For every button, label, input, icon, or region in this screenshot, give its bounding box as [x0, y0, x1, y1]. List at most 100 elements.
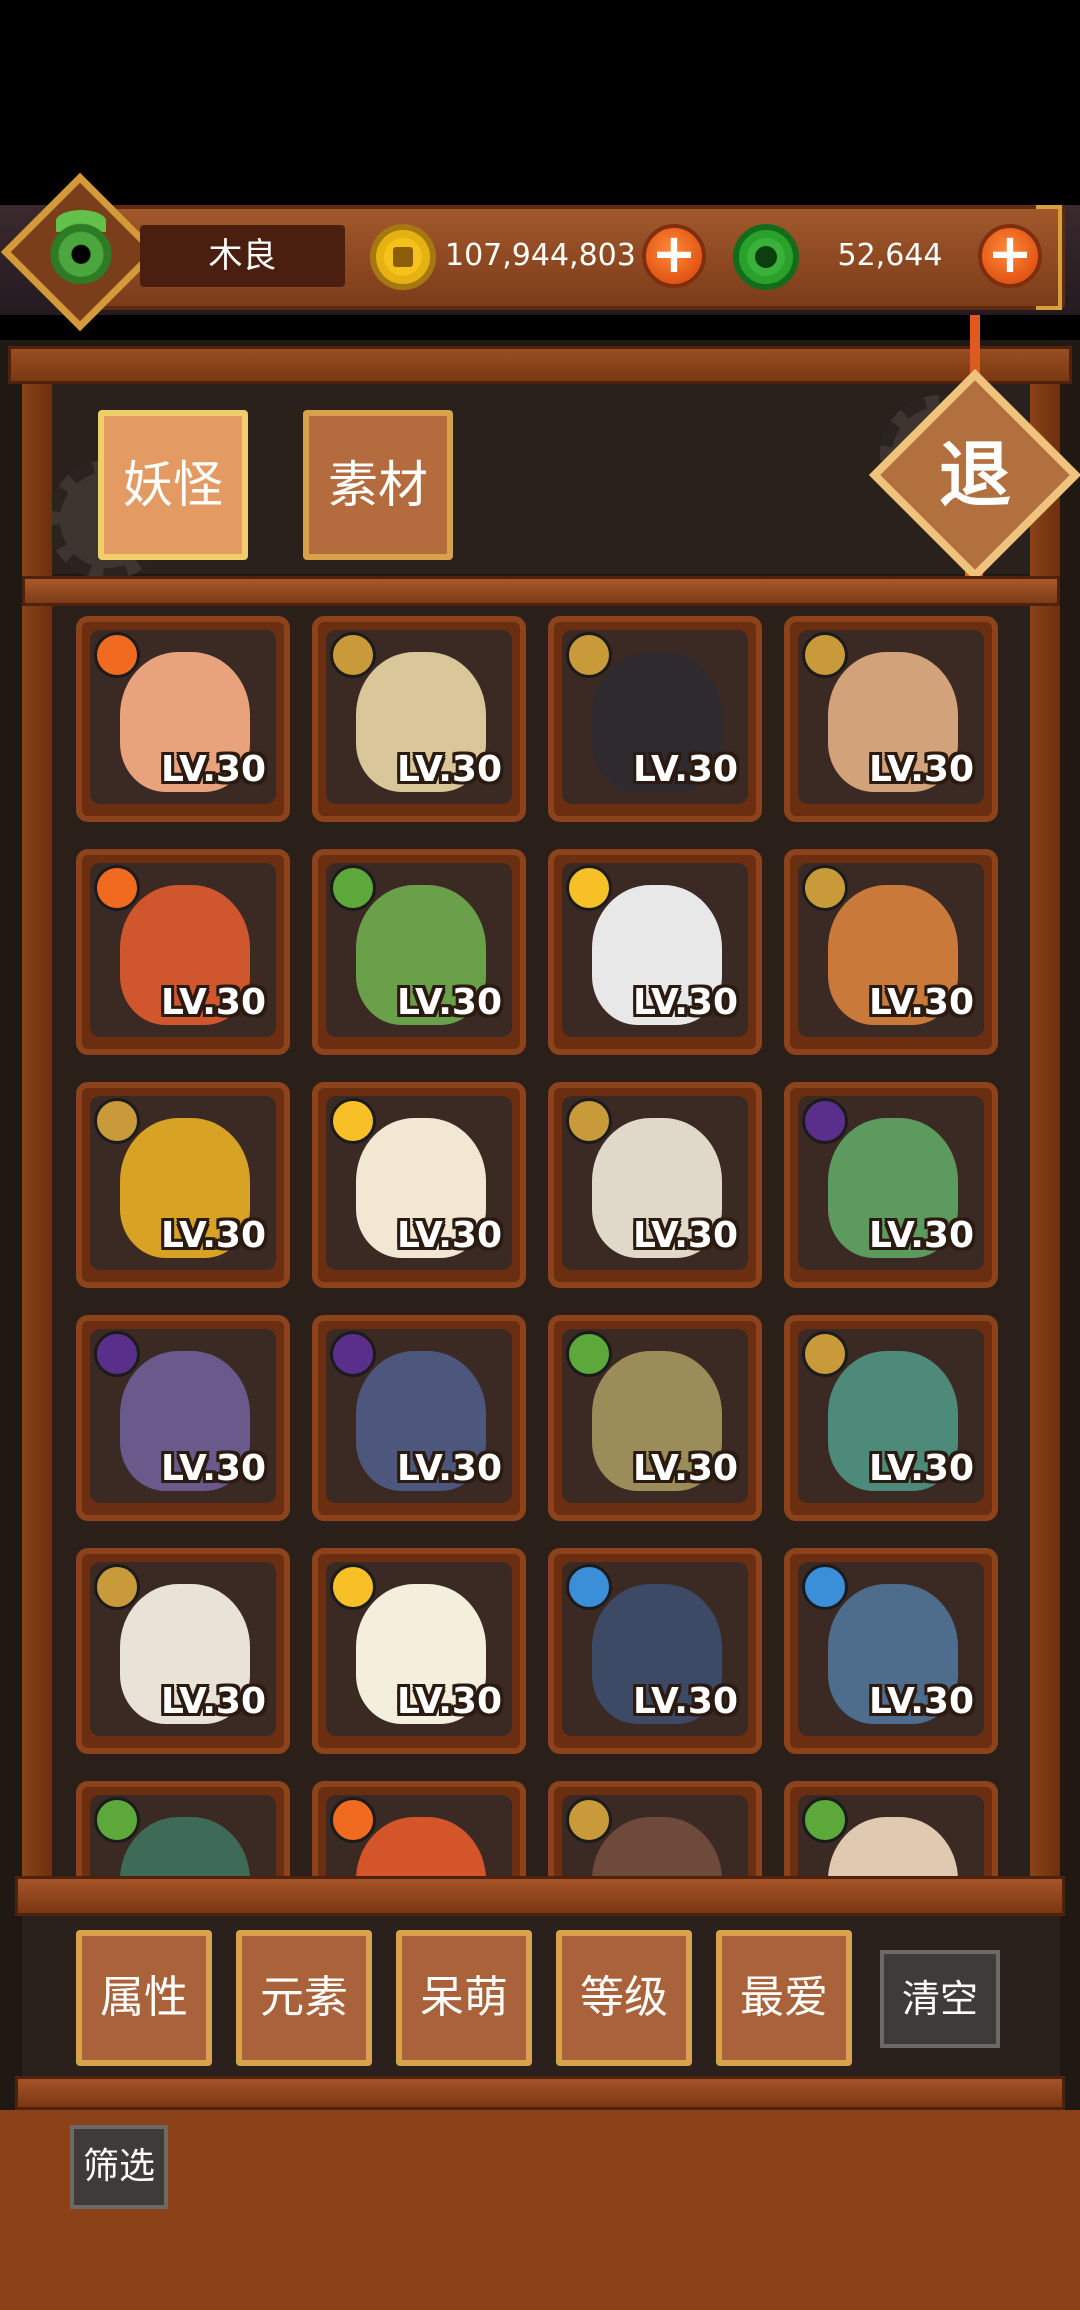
fire-element-icon — [330, 1797, 376, 1843]
monster-card[interactable]: LV.30 — [548, 849, 762, 1055]
tab-materials[interactable]: 素材 — [303, 410, 453, 560]
tab-monsters[interactable]: 妖怪 — [98, 410, 248, 560]
earth-element-icon — [802, 632, 848, 678]
monster-portrait: LV.30 — [562, 1096, 748, 1270]
monster-card[interactable]: LV.30 — [548, 1082, 762, 1288]
monster-card[interactable]: LV.30 — [784, 849, 998, 1055]
monster-level: LV.30 — [397, 1448, 502, 1489]
monster-card[interactable]: LV.30 — [548, 616, 762, 822]
monster-portrait: LV.30 — [326, 863, 512, 1037]
monster-card[interactable]: LV.30 — [76, 1315, 290, 1521]
monster-level: LV.30 — [869, 749, 974, 790]
monster-portrait: LV.30 — [798, 1096, 984, 1270]
monster-card[interactable]: LV.30 — [76, 1548, 290, 1754]
monster-level: LV.30 — [161, 1448, 266, 1489]
filter-element-button[interactable]: 元素 — [236, 1930, 372, 2066]
monster-card[interactable]: LV.30 — [76, 616, 290, 822]
monster-level: LV.30 — [869, 1681, 974, 1722]
monster-level: LV.30 — [161, 982, 266, 1023]
water-element-icon — [566, 1564, 612, 1610]
monster-figure — [120, 1817, 250, 1876]
monster-card[interactable] — [548, 1781, 762, 1876]
monster-card[interactable]: LV.30 — [312, 1548, 526, 1754]
earth-element-icon — [330, 632, 376, 678]
monster-figure — [828, 1817, 958, 1876]
monster-card[interactable]: LV.30 — [548, 1315, 762, 1521]
monster-portrait: LV.30 — [326, 630, 512, 804]
monster-card[interactable]: LV.30 — [76, 1082, 290, 1288]
monster-card[interactable]: LV.30 — [312, 849, 526, 1055]
monster-portrait: LV.30 — [562, 630, 748, 804]
monster-card[interactable] — [784, 1781, 998, 1876]
earth-element-icon — [566, 1098, 612, 1144]
monster-portrait — [798, 1795, 984, 1876]
monster-portrait — [326, 1795, 512, 1876]
filter-cute-button[interactable]: 呆萌 — [396, 1930, 532, 2066]
monster-card[interactable] — [76, 1781, 290, 1876]
exit-label[interactable]: 退 — [920, 420, 1030, 530]
monster-card[interactable] — [312, 1781, 526, 1876]
monster-level: LV.30 — [397, 982, 502, 1023]
monster-portrait: LV.30 — [798, 863, 984, 1037]
monster-level: LV.30 — [397, 1215, 502, 1256]
monster-grid[interactable]: LV.30 LV.30 LV.30 LV.30 LV.30 LV.30 LV.30 LV.30… — [52, 606, 1030, 1876]
wood-element-icon — [94, 1797, 140, 1843]
jade-medallion-icon[interactable] — [48, 218, 114, 284]
monster-card[interactable]: LV.30 — [312, 1315, 526, 1521]
monster-portrait: LV.30 — [90, 1562, 276, 1736]
monster-card[interactable]: LV.30 — [312, 616, 526, 822]
clear-button[interactable]: 清空 — [880, 1950, 1000, 2048]
screen-button[interactable]: 筛选 — [70, 2125, 168, 2209]
monster-level: LV.30 — [869, 1448, 974, 1489]
monster-portrait — [90, 1795, 276, 1876]
monster-level: LV.30 — [633, 1448, 738, 1489]
jade-amount: 52,644 — [837, 238, 943, 273]
shelf-middle-beam — [22, 576, 1060, 606]
monster-portrait: LV.30 — [562, 1329, 748, 1503]
monster-portrait — [562, 1795, 748, 1876]
shelf-right-post — [1030, 384, 1060, 2084]
filter-level-button[interactable]: 等级 — [556, 1930, 692, 2066]
add-jade-button[interactable]: + — [978, 224, 1042, 288]
earth-element-icon — [802, 1331, 848, 1377]
filter-attribute-button[interactable]: 属性 — [76, 1930, 212, 2066]
monster-card[interactable]: LV.30 — [76, 849, 290, 1055]
add-gold-button[interactable]: + — [642, 224, 706, 288]
monster-portrait: LV.30 — [798, 630, 984, 804]
monster-level: LV.30 — [397, 1681, 502, 1722]
monster-level: LV.30 — [161, 1681, 266, 1722]
monster-figure — [592, 1817, 722, 1876]
light-element-icon — [330, 1564, 376, 1610]
dark-element-icon — [94, 1331, 140, 1377]
monster-level: LV.30 — [161, 749, 266, 790]
shelf-top-beam — [8, 346, 1072, 384]
monster-portrait: LV.30 — [798, 1562, 984, 1736]
earth-element-icon — [566, 1797, 612, 1843]
monster-portrait: LV.30 — [90, 1096, 276, 1270]
earth-element-icon — [94, 1564, 140, 1610]
earth-element-icon — [566, 632, 612, 678]
monster-level: LV.30 — [869, 982, 974, 1023]
player-name: 木良 — [140, 225, 345, 287]
monster-level: LV.30 — [161, 1215, 266, 1256]
monster-level: LV.30 — [633, 749, 738, 790]
dark-element-icon — [330, 1331, 376, 1377]
monster-portrait: LV.30 — [326, 1562, 512, 1736]
monster-level: LV.30 — [869, 1215, 974, 1256]
monster-card[interactable]: LV.30 — [548, 1548, 762, 1754]
wood-element-icon — [802, 1797, 848, 1843]
dark-element-icon — [802, 1098, 848, 1144]
monster-card[interactable]: LV.30 — [784, 1548, 998, 1754]
monster-figure — [356, 1817, 486, 1876]
filter-favorite-button[interactable]: 最爱 — [716, 1930, 852, 2066]
fire-element-icon — [94, 865, 140, 911]
gold-amount: 107,944,803 — [445, 238, 636, 273]
monster-portrait: LV.30 — [90, 1329, 276, 1503]
monster-level: LV.30 — [633, 1681, 738, 1722]
monster-card[interactable]: LV.30 — [784, 1082, 998, 1288]
light-element-icon — [566, 865, 612, 911]
monster-card[interactable]: LV.30 — [312, 1082, 526, 1288]
monster-card[interactable]: LV.30 — [784, 1315, 998, 1521]
monster-card[interactable]: LV.30 — [784, 616, 998, 822]
gold-coin-icon — [370, 224, 436, 290]
